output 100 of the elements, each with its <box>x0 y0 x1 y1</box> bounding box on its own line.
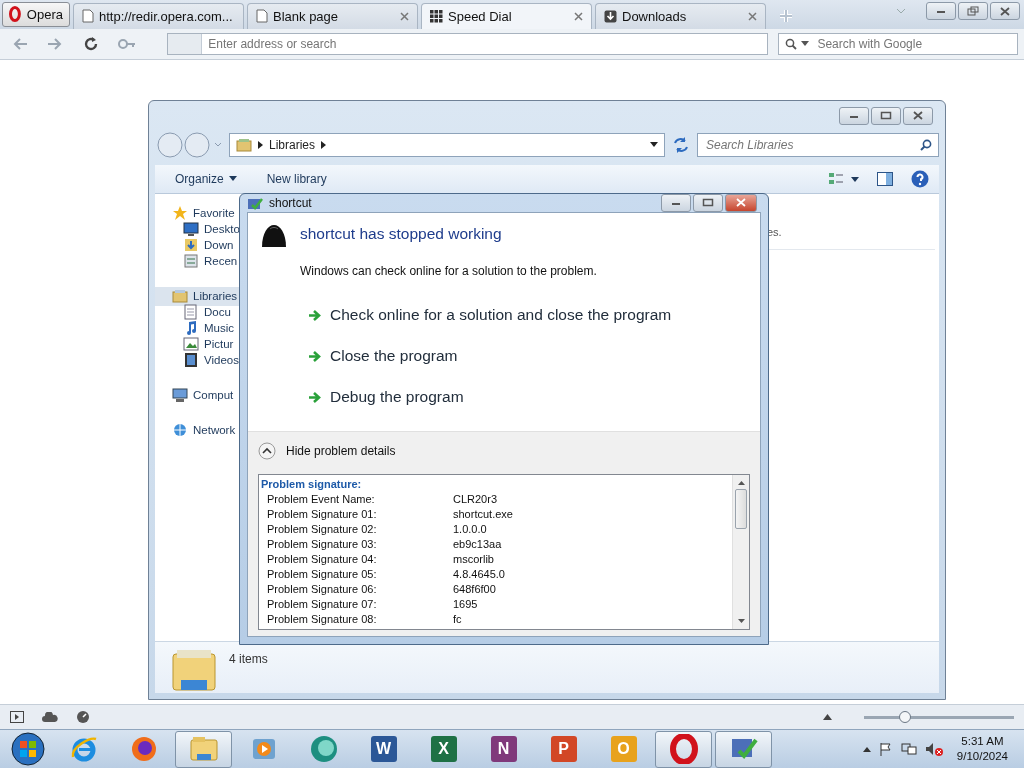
detail-label: Problem Signature 07: <box>267 596 378 612</box>
computer-icon <box>172 387 188 404</box>
taskbar-button[interactable] <box>175 730 232 768</box>
detail-label: Problem Signature 03: <box>267 536 378 552</box>
minimize-icon <box>936 8 946 15</box>
close-icon <box>913 111 923 121</box>
panel-icon[interactable] <box>10 711 24 724</box>
scrollbar[interactable] <box>732 474 749 629</box>
network-icon[interactable] <box>900 742 917 756</box>
close-icon[interactable] <box>748 11 757 21</box>
library-icon <box>236 137 252 152</box>
maximize-icon <box>880 111 892 121</box>
o-logo-icon <box>669 734 698 764</box>
restore-icon <box>967 6 979 17</box>
dialog-message: Windows can check online for a solution to the problem. <box>300 263 598 278</box>
taskbar-button[interactable] <box>655 730 712 768</box>
download-icon <box>183 237 199 254</box>
command-link[interactable]: Check online for a solution and close the program <box>308 301 760 329</box>
restore-button[interactable] <box>958 2 988 21</box>
chevron-up-icon <box>258 441 276 460</box>
taskbar-button[interactable]: N <box>475 730 532 768</box>
search-icon <box>785 37 798 50</box>
arrow-icon <box>308 390 322 404</box>
arrow-icon <box>308 349 322 363</box>
fox-globe-icon <box>129 735 158 763</box>
search-box[interactable]: Search with Google <box>778 32 1018 55</box>
taskbar-button[interactable]: P <box>535 730 592 768</box>
detail-value: 1695 <box>453 596 479 612</box>
browser-tab[interactable]: Speed Dial <box>421 2 592 29</box>
detail-value: 648f6f00 <box>453 581 497 597</box>
app-tile-icon: W <box>370 736 397 762</box>
page-icon <box>82 9 94 24</box>
download-icon <box>604 9 617 23</box>
minimize-button[interactable] <box>661 193 691 212</box>
taskbar-button[interactable] <box>715 730 772 768</box>
close-icon[interactable] <box>574 11 583 21</box>
speedometer-icon[interactable] <box>76 710 90 725</box>
help-icon[interactable] <box>911 169 929 188</box>
detail-label: Problem Signature 02: <box>267 521 378 537</box>
app-tile-icon: O <box>610 736 637 762</box>
nav-item[interactable]: Comput <box>155 385 251 405</box>
details-text-box[interactable] <box>258 473 750 630</box>
toolbar-button[interactable]: Organize <box>173 169 239 188</box>
clock[interactable]: 5:31 AM 9/10/2024 <box>950 734 1020 764</box>
detail-value: shortcut.exe <box>453 506 514 522</box>
command-link[interactable]: Close the program <box>308 342 760 370</box>
taskbar-button[interactable]: X <box>415 730 472 768</box>
minimize-button[interactable] <box>839 106 869 125</box>
volume-muted-icon[interactable] <box>924 742 943 756</box>
caret-icon <box>801 41 810 47</box>
caret-icon[interactable] <box>650 142 658 148</box>
detail-value: mscorlib <box>453 551 495 567</box>
close-button[interactable] <box>725 193 757 212</box>
recent-icon <box>183 253 199 270</box>
chevron-right-icon <box>321 140 327 149</box>
detail-label: Problem Signature 05: <box>267 566 378 582</box>
close-icon[interactable] <box>400 11 409 21</box>
dialog-title: shortcut <box>269 195 312 210</box>
maximize-button[interactable] <box>871 106 901 125</box>
arrow-icon <box>308 308 322 322</box>
scroll-down-icon[interactable] <box>737 618 745 624</box>
cloud-icon[interactable] <box>42 712 58 723</box>
detail-label: Problem Event Name: <box>267 491 376 507</box>
details-toggle[interactable]: Hide problem details <box>258 431 396 470</box>
search-box[interactable]: Search Libraries <box>697 132 939 157</box>
nav-item[interactable]: Network <box>155 420 251 440</box>
view-options-icon[interactable] <box>829 171 859 186</box>
reload-icon[interactable] <box>82 35 99 52</box>
browser-tab[interactable]: http://redir.opera.com... <box>73 2 244 29</box>
dome-icon <box>260 222 288 249</box>
browser-tab[interactable]: Downloads <box>595 2 766 29</box>
toolbar-button[interactable]: New library <box>264 169 329 188</box>
details-heading: Problem signature: <box>261 476 363 492</box>
preview-pane-icon[interactable] <box>877 171 893 186</box>
browser-tab[interactable]: Blank page <box>247 2 418 29</box>
desktop-icon <box>183 221 199 238</box>
app-tile-icon: P <box>550 736 577 762</box>
app-tile-icon: N <box>490 736 517 762</box>
browser-e-icon <box>69 735 98 763</box>
library-icon <box>171 647 217 692</box>
bubble-icon <box>308 734 339 764</box>
flag-icon[interactable] <box>878 742 893 756</box>
triangle-up-icon[interactable] <box>823 714 832 721</box>
breadcrumb-bar[interactable]: Libraries <box>229 132 665 157</box>
command-link[interactable]: Debug the program <box>308 383 760 411</box>
minimize-button[interactable] <box>926 2 956 21</box>
scroll-thumb[interactable] <box>735 488 747 529</box>
document-icon <box>183 304 199 321</box>
opera-menu-button[interactable]: Opera <box>2 1 70 27</box>
show-hidden-icon[interactable] <box>862 746 871 752</box>
o-logo-icon <box>9 6 21 23</box>
close-button[interactable] <box>903 106 933 125</box>
folder-icon <box>188 735 219 763</box>
network-icon <box>172 422 188 439</box>
close-button[interactable] <box>990 2 1020 21</box>
close-icon <box>1000 7 1010 16</box>
dialog-heading: shortcut has stopped working <box>300 223 503 244</box>
maximize-button[interactable] <box>693 193 723 212</box>
scroll-up-icon[interactable] <box>737 479 745 485</box>
taskbar-button[interactable]: W <box>355 730 412 768</box>
